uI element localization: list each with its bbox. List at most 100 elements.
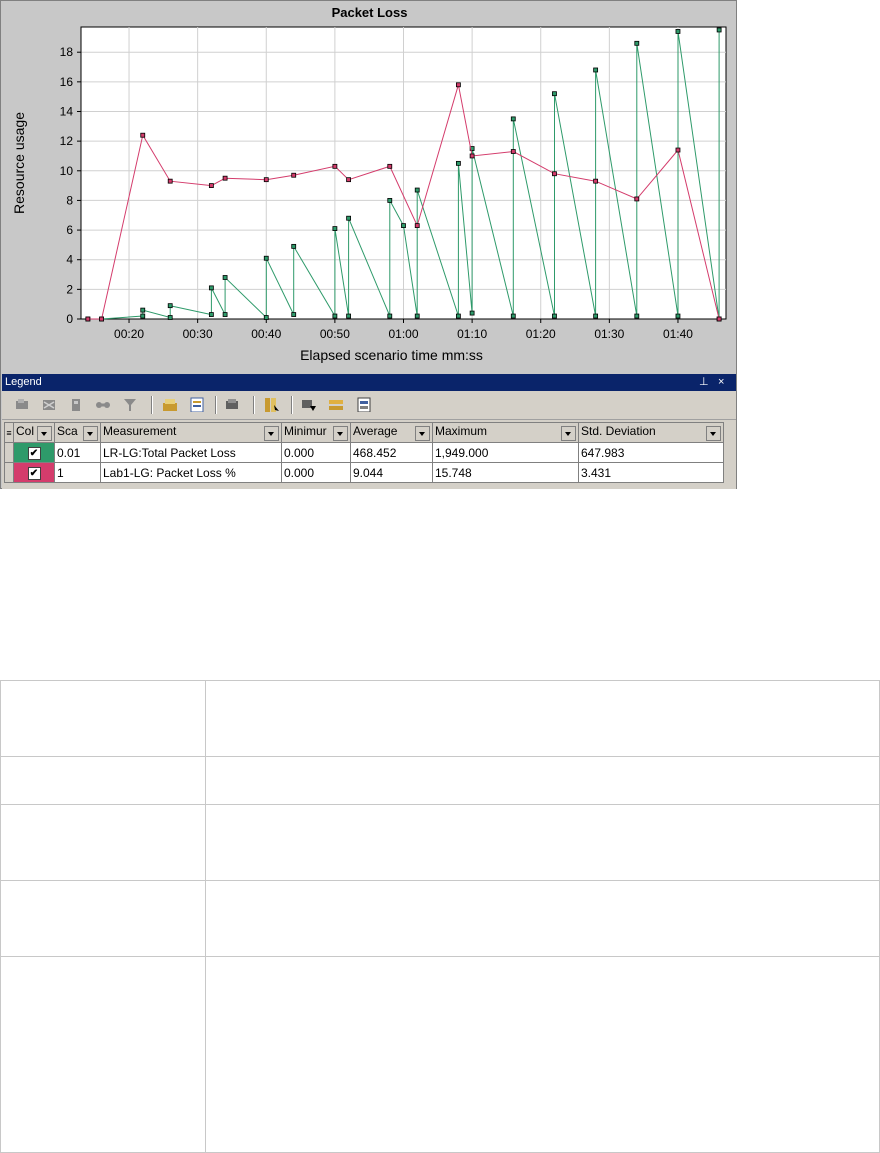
toolbar-button-12[interactable] (356, 397, 372, 412)
toolbar-button-4[interactable] (95, 397, 111, 412)
row-selector-header[interactable]: ≡ (4, 422, 14, 443)
visibility-checkbox[interactable]: ✔ (27, 467, 41, 480)
y-tick-label: 18 (60, 45, 74, 59)
data-point (222, 312, 228, 317)
toolbar-separator (253, 396, 255, 414)
data-point (469, 310, 475, 316)
x-tick-label: 01:10 (457, 327, 487, 341)
data-point (634, 313, 640, 319)
data-point (510, 116, 516, 122)
data-point (346, 313, 352, 319)
toolbar-button-11[interactable] (328, 397, 344, 412)
dropdown-arrow-icon[interactable] (37, 426, 52, 441)
document-table (0, 680, 880, 1153)
x-tick-label: 00:30 (183, 327, 213, 341)
data-point (455, 160, 461, 166)
close-icon[interactable]: × (718, 374, 724, 391)
doc-cell (205, 756, 880, 805)
data-point (291, 243, 297, 249)
data-point (99, 316, 104, 322)
doc-row (0, 680, 880, 757)
data-point (387, 313, 393, 319)
column-header-measurement[interactable]: Measurement (100, 422, 282, 443)
y-tick-label: 12 (60, 134, 74, 148)
doc-cell (0, 756, 206, 805)
doc-row (0, 956, 880, 1153)
x-tick-label: 00:20 (114, 327, 144, 341)
y-tick-label: 14 (60, 104, 74, 118)
data-point (675, 147, 681, 153)
data-point (634, 196, 640, 202)
data-point (469, 153, 475, 159)
std-deviation-cell: 647.983 (578, 442, 724, 463)
toolbar-button-1[interactable] (14, 397, 30, 412)
data-point (222, 175, 228, 181)
toolbar-button-8[interactable] (224, 397, 240, 412)
data-point (387, 198, 393, 203)
dropdown-arrow-icon[interactable] (415, 426, 430, 441)
column-header-average[interactable]: Average (350, 422, 433, 443)
maximum-cell: 1,949.000 (432, 442, 579, 463)
dropdown-arrow-icon[interactable] (561, 426, 576, 441)
toolbar-button-9[interactable] (264, 397, 280, 412)
row-selector[interactable] (4, 462, 14, 483)
column-header-minimum[interactable]: Minimur (281, 422, 351, 443)
color-cell[interactable]: ✔ (13, 442, 55, 463)
legend-grid: ≡ Col Sca Measurement Minimur Average Ma… (2, 420, 736, 489)
toolbar-button-7[interactable] (189, 397, 205, 412)
y-tick-label: 16 (60, 75, 74, 89)
data-point (675, 313, 681, 319)
doc-cell (0, 880, 206, 957)
measurement-cell: Lab1-LG: Packet Loss % (100, 462, 282, 483)
data-point (85, 316, 91, 322)
doc-row (0, 880, 880, 957)
data-point (208, 312, 214, 317)
column-header-std-deviation[interactable]: Std. Deviation (578, 422, 724, 443)
column-header-maximum[interactable]: Maximum (432, 422, 579, 443)
data-point (675, 29, 681, 34)
data-point (291, 312, 297, 317)
scale-cell: 0.01 (54, 442, 101, 463)
dropdown-arrow-icon[interactable] (333, 426, 348, 441)
column-header-col[interactable]: Col (13, 422, 55, 443)
column-header-scale[interactable]: Sca (54, 422, 101, 443)
dropdown-arrow-icon[interactable] (706, 426, 721, 441)
data-point (140, 313, 146, 319)
toolbar-button-3[interactable] (68, 397, 84, 412)
color-cell[interactable]: ✔ (13, 462, 55, 483)
data-point (263, 255, 269, 261)
data-point (263, 315, 269, 320)
visibility-checkbox[interactable]: ✔ (27, 447, 41, 460)
dropdown-arrow-icon[interactable] (83, 426, 98, 441)
data-point (593, 313, 599, 319)
toolbar-button-2[interactable] (41, 397, 57, 412)
data-point (332, 313, 338, 319)
data-point (167, 178, 173, 184)
std-deviation-cell: 3.431 (578, 462, 724, 483)
y-tick-label: 4 (66, 253, 73, 267)
toolbar-button-6[interactable] (162, 397, 178, 412)
toolbar-button-5[interactable] (122, 397, 138, 412)
row-selector[interactable] (4, 442, 14, 463)
data-point (208, 183, 214, 188)
x-tick-label: 01:30 (594, 327, 624, 341)
doc-cell (0, 804, 206, 881)
legend-table: ≡ Col Sca Measurement Minimur Average Ma… (4, 422, 724, 483)
data-point (510, 313, 516, 319)
data-point (387, 163, 393, 169)
y-axis-label: Resource usage (11, 112, 27, 214)
data-point (552, 171, 557, 177)
toolbar-button-10[interactable] (301, 397, 317, 412)
pin-icon[interactable]: ⊥ (699, 374, 709, 391)
data-point (634, 40, 640, 46)
maximum-cell: 15.748 (432, 462, 579, 483)
doc-cell (205, 956, 880, 1153)
legend-row[interactable]: ✔ 0.01 LR-LG:Total Packet Loss 0.000 468… (4, 442, 724, 463)
data-point (414, 313, 420, 319)
legend-toolbar (2, 391, 736, 420)
doc-cell (205, 880, 880, 957)
legend-row[interactable]: ✔ 1 Lab1-LG: Packet Loss % 0.000 9.044 1… (4, 462, 724, 483)
x-tick-label: 00:40 (251, 327, 281, 341)
dropdown-arrow-icon[interactable] (264, 426, 279, 441)
x-axis-label: Elapsed scenario time mm:ss (300, 347, 483, 363)
